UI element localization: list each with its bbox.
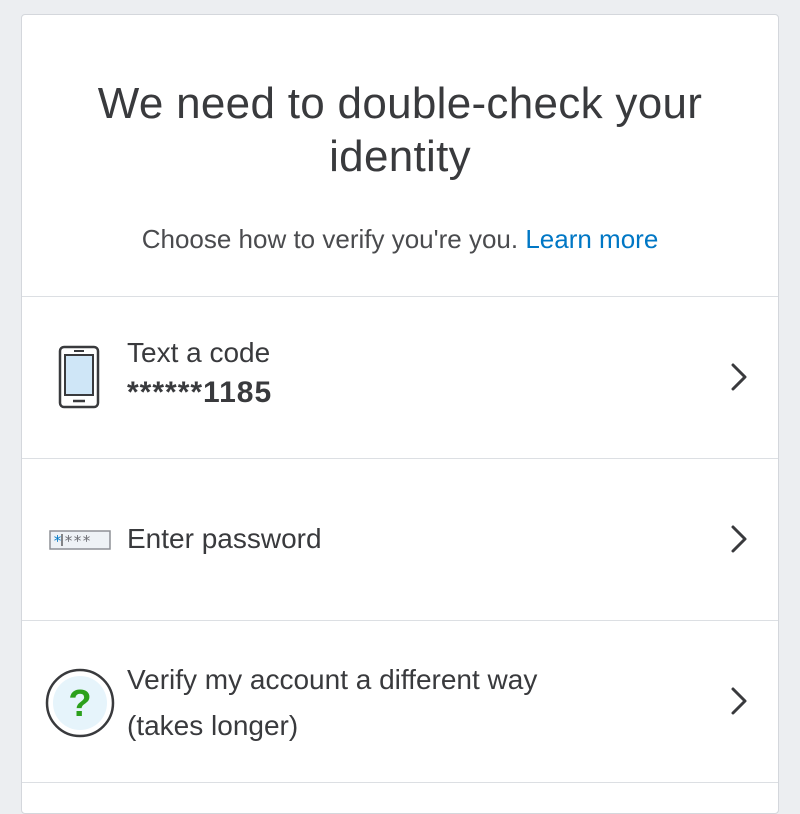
option-verify-different-way[interactable]: ? Verify my account a different way (tak… xyxy=(22,621,778,783)
option-text-code-label: Text a code xyxy=(127,337,271,368)
card-header: We need to double-check your identity Ch… xyxy=(22,15,778,297)
svg-text:***: *** xyxy=(64,532,91,550)
option-enter-password-label: Enter password xyxy=(127,523,322,554)
phone-icon xyxy=(58,345,100,409)
page-subtitle: Choose how to verify you're you. Learn m… xyxy=(22,223,778,255)
password-field-icon: * *** xyxy=(49,530,111,550)
verification-card: We need to double-check your identity Ch… xyxy=(21,14,779,814)
option-verify-different-way-label: Verify my account a different way xyxy=(127,664,538,695)
option-enter-password[interactable]: * *** Enter password xyxy=(22,459,778,621)
page-title: We need to double-check your identity xyxy=(97,79,703,181)
chevron-right-icon xyxy=(731,525,747,553)
masked-phone-number: ******1185 xyxy=(127,376,273,409)
svg-text:?: ? xyxy=(68,683,91,725)
subtitle-text: Choose how to verify you're you. xyxy=(141,224,519,254)
chevron-right-icon xyxy=(731,687,747,715)
option-verify-different-way-text: Verify my account a different way (takes… xyxy=(127,657,537,749)
learn-more-link[interactable]: Learn more xyxy=(525,224,658,254)
chevron-right-icon xyxy=(731,363,747,391)
option-verify-different-way-note: (takes longer) xyxy=(127,710,299,741)
question-mark-icon: ? xyxy=(45,668,115,738)
svg-text:*: * xyxy=(53,532,62,550)
option-text-code-text: Text a code ******1185 xyxy=(127,333,272,413)
option-text-code[interactable]: Text a code ******1185 xyxy=(22,297,778,459)
